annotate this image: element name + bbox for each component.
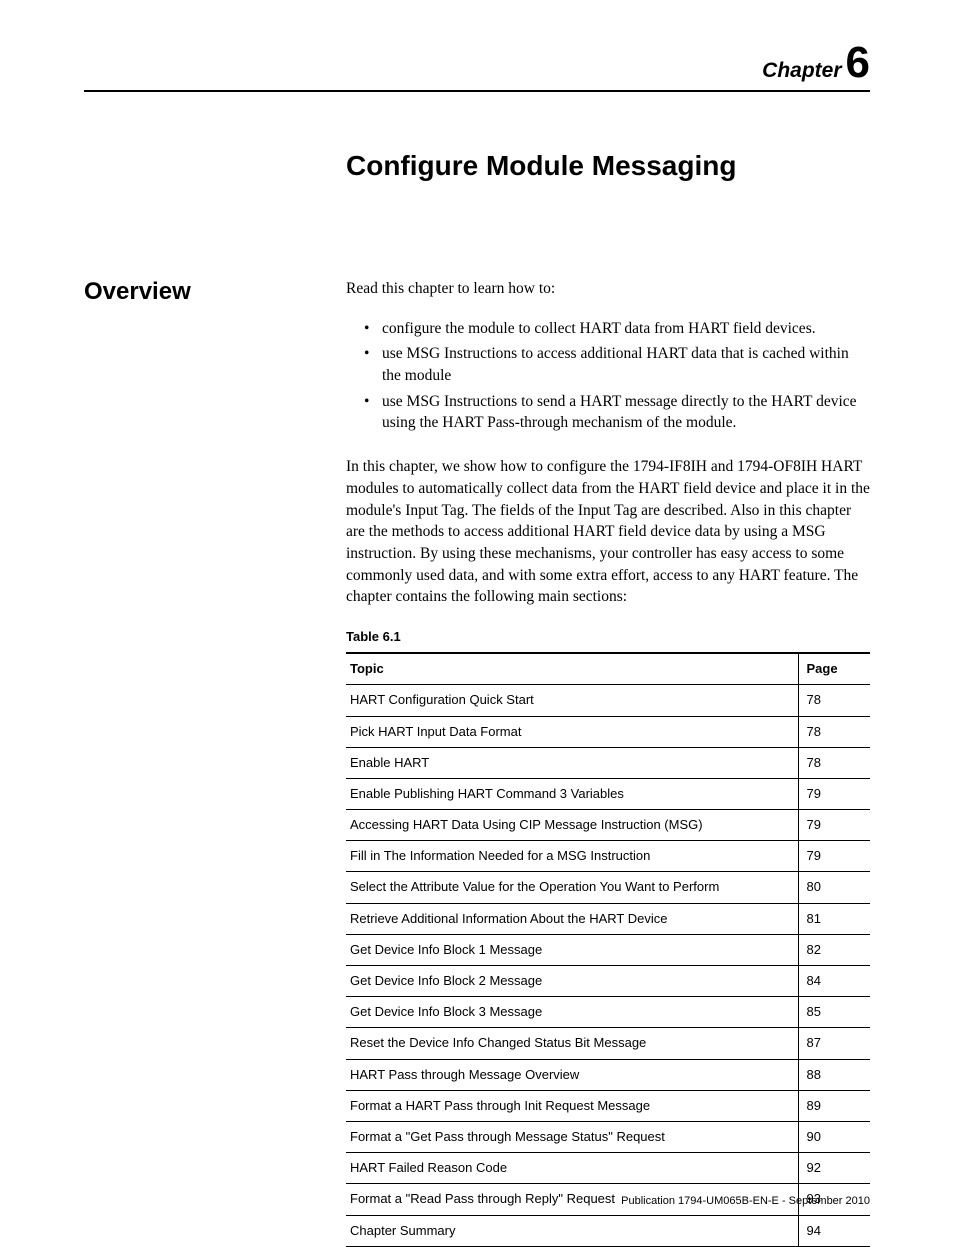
topic-cell: Enable HART — [346, 747, 798, 778]
table-row: Enable Publishing HART Command 3 Variabl… — [346, 778, 870, 809]
table-row: Format a HART Pass through Init Request … — [346, 1090, 870, 1121]
table-row: Get Device Info Block 3 Message85 — [346, 997, 870, 1028]
table-row: Chapter Summary94 — [346, 1215, 870, 1246]
chapter-number: 6 — [846, 38, 870, 87]
table-row: Enable HART78 — [346, 747, 870, 778]
topic-cell: Pick HART Input Data Format — [346, 716, 798, 747]
table-row: Get Device Info Block 2 Message84 — [346, 966, 870, 997]
table-row: Fill in The Information Needed for a MSG… — [346, 841, 870, 872]
chapter-label: Chapter — [762, 59, 841, 82]
page-cell: 94 — [798, 1215, 870, 1246]
topic-cell: HART Configuration Quick Start — [346, 685, 798, 716]
bullet-list: configure the module to collect HART dat… — [346, 318, 870, 434]
topic-cell: Accessing HART Data Using CIP Message In… — [346, 810, 798, 841]
list-item: use MSG Instructions to send a HART mess… — [364, 391, 870, 434]
topic-cell: Chapter Summary — [346, 1215, 798, 1246]
table-row: Reset the Device Info Changed Status Bit… — [346, 1028, 870, 1059]
table-row: HART Failed Reason Code92 — [346, 1153, 870, 1184]
list-item: configure the module to collect HART dat… — [364, 318, 870, 340]
page-cell: 89 — [798, 1090, 870, 1121]
page-cell: 79 — [798, 841, 870, 872]
page-cell: 85 — [798, 997, 870, 1028]
topic-cell: HART Failed Reason Code — [346, 1153, 798, 1184]
topic-cell: Enable Publishing HART Command 3 Variabl… — [346, 778, 798, 809]
table-row: Accessing HART Data Using CIP Message In… — [346, 810, 870, 841]
intro-line: Read this chapter to learn how to: — [346, 278, 870, 300]
page-cell: 90 — [798, 1121, 870, 1152]
page-cell: 78 — [798, 747, 870, 778]
page-cell: 78 — [798, 716, 870, 747]
page-cell: 80 — [798, 872, 870, 903]
footer-publication: Publication 1794-UM065B-EN-E - September… — [621, 1195, 870, 1207]
topic-cell: Get Device Info Block 2 Message — [346, 966, 798, 997]
table-row: Pick HART Input Data Format78 — [346, 716, 870, 747]
table-caption: Table 6.1 — [346, 628, 870, 646]
chapter-title: Configure Module Messaging — [346, 150, 870, 182]
table-row: Format a "Get Pass through Message Statu… — [346, 1121, 870, 1152]
page-cell: 84 — [798, 966, 870, 997]
topics-table: Topic Page HART Configuration Quick Star… — [346, 652, 870, 1247]
topic-cell: Reset the Device Info Changed Status Bit… — [346, 1028, 798, 1059]
table-header-page: Page — [798, 653, 870, 685]
table-header-topic: Topic — [346, 653, 798, 685]
page-cell: 79 — [798, 810, 870, 841]
topic-cell: Format a "Get Pass through Message Statu… — [346, 1121, 798, 1152]
topic-cell: Get Device Info Block 1 Message — [346, 934, 798, 965]
table-row: Select the Attribute Value for the Opera… — [346, 872, 870, 903]
topic-cell: Format a HART Pass through Init Request … — [346, 1090, 798, 1121]
topic-cell: Get Device Info Block 3 Message — [346, 997, 798, 1028]
page-cell: 92 — [798, 1153, 870, 1184]
body-paragraph: In this chapter, we show how to configur… — [346, 456, 870, 608]
page-cell: 87 — [798, 1028, 870, 1059]
page-cell: 82 — [798, 934, 870, 965]
topic-cell: HART Pass through Message Overview — [346, 1059, 798, 1090]
list-item: use MSG Instructions to access additiona… — [364, 343, 870, 386]
page-cell: 79 — [798, 778, 870, 809]
table-row: HART Configuration Quick Start78 — [346, 685, 870, 716]
chapter-rule — [84, 90, 870, 92]
page-cell: 81 — [798, 903, 870, 934]
page-cell: 88 — [798, 1059, 870, 1090]
table-header-row: Topic Page — [346, 653, 870, 685]
table-row: Get Device Info Block 1 Message82 — [346, 934, 870, 965]
table-row: Retrieve Additional Information About th… — [346, 903, 870, 934]
section-heading-overview: Overview — [84, 278, 346, 306]
topic-cell: Retrieve Additional Information About th… — [346, 903, 798, 934]
page-cell: 78 — [798, 685, 870, 716]
topic-cell: Select the Attribute Value for the Opera… — [346, 872, 798, 903]
table-row: HART Pass through Message Overview88 — [346, 1059, 870, 1090]
chapter-header: Chapter6 — [84, 38, 870, 88]
topic-cell: Fill in The Information Needed for a MSG… — [346, 841, 798, 872]
